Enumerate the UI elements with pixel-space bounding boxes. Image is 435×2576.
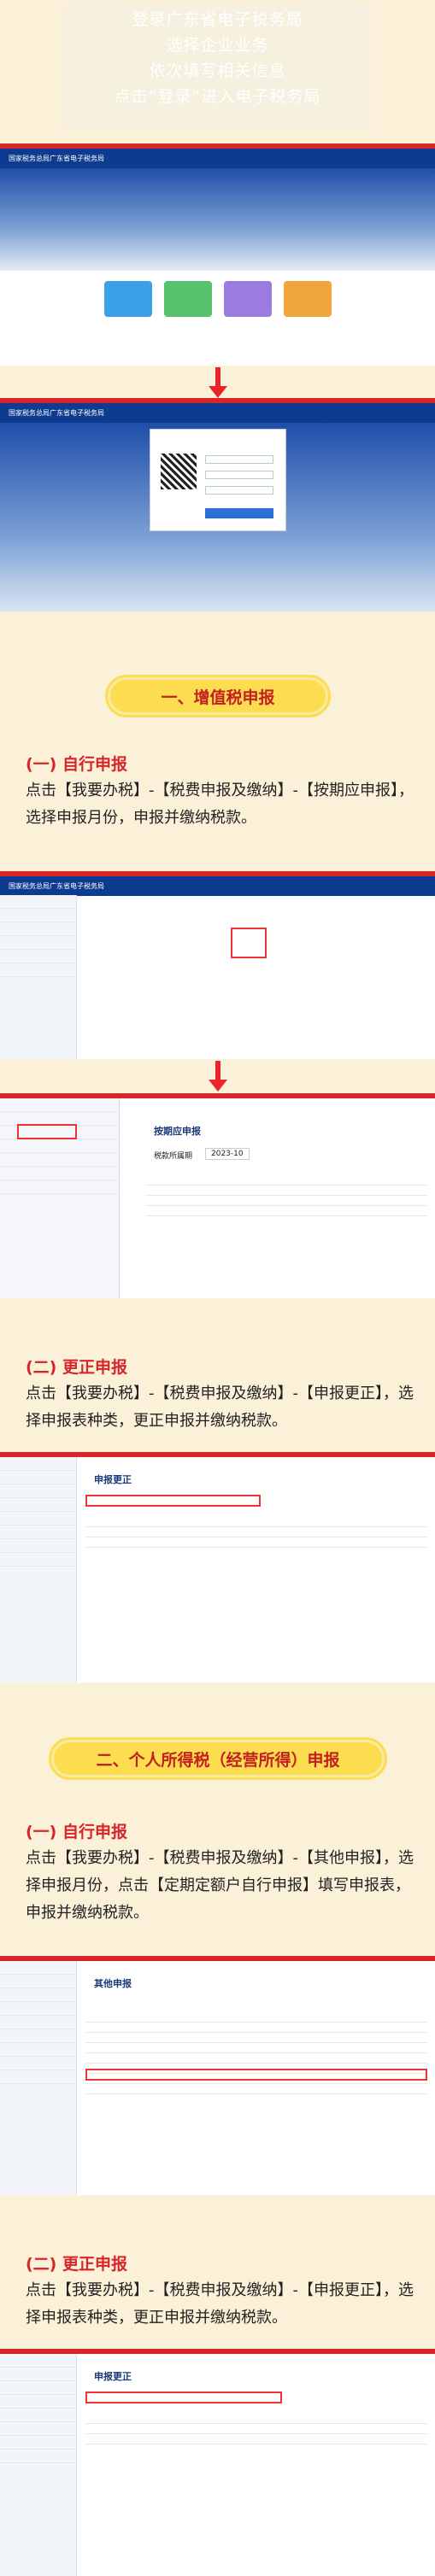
iit-section-header: 二、个人所得税（经营所得）申报 — [51, 1740, 385, 1777]
iit-correct-text: 点击【我要办税】-【税费申报及缴纳】-【申报更正】，选择申报表种类，更正申报并缴… — [26, 2281, 414, 2327]
vat-section-header: 一、增值税申报 — [108, 677, 328, 715]
etax-sidebar — [0, 895, 77, 1059]
iit-correct-title: (二) 更正申报 — [26, 2255, 127, 2274]
intro-line-2: 选择企业业务 — [166, 36, 269, 55]
portal-tiles — [0, 271, 435, 327]
vat-normal-title: (一) 自行申报 — [26, 755, 127, 774]
down-arrow-icon — [209, 367, 227, 398]
vat-normal-text: 点击【我要办税】-【税费申报及缴纳】-【按期应申报】，选择申报月份，申报并缴纳税… — [26, 782, 414, 827]
password-field[interactable] — [205, 471, 273, 479]
period-label: 税款所属期 — [154, 1152, 193, 1161]
iit-correction-table — [85, 2414, 427, 2465]
intro-block: 登录广东省电子税务局 选择企业业务 依次填写相关信息 点击“登录”进入电子税务局 — [0, 0, 435, 143]
iit-normal-title: (一) 自行申报 — [26, 1823, 127, 1841]
login-header: 国家税务总局广东省电子税务局 — [0, 403, 435, 423]
tile-agent[interactable] — [223, 281, 272, 317]
correction-sidebar — [0, 1457, 77, 1683]
portal-banner — [0, 168, 435, 271]
quarterly-title: 按期应申报 — [154, 1126, 201, 1137]
down-arrow-icon — [209, 1061, 227, 1092]
username-field[interactable] — [205, 455, 273, 464]
intro-line-1: 登录广东省电子税务局 — [132, 10, 303, 29]
tile-other[interactable] — [283, 281, 332, 317]
iit-correction-screenshot: 申报更正 — [0, 2349, 435, 2576]
period-input[interactable]: 2023-10 — [205, 1148, 250, 1160]
tax-declare-highlight[interactable] — [231, 928, 267, 958]
portal-header: 国家税务总局广东省电子税务局 — [0, 149, 435, 168]
login-button[interactable] — [205, 508, 273, 518]
quarterly-screenshot: 按期应申报 税款所属期 2023-10 — [0, 1093, 435, 1298]
qr-code-icon — [161, 454, 197, 489]
intro-line-3: 依次填写相关信息 — [149, 61, 286, 80]
iit-correction-title: 申报更正 — [94, 2371, 132, 2382]
vat-correct-text: 点击【我要办税】-【税费申报及缴纳】-【申报更正】，选择申报表种类，更正申报并缴… — [26, 1385, 414, 1430]
iit-correction-sidebar — [0, 2354, 77, 2576]
tile-enterprise[interactable] — [103, 281, 152, 317]
login-panel — [150, 429, 286, 531]
vat-correct-title: (二) 更正申报 — [26, 1358, 127, 1377]
other-declare-screenshot: 其他申报 — [0, 1956, 435, 2195]
form-type-highlight[interactable] — [85, 1495, 261, 1507]
other-title: 其他申报 — [94, 1978, 132, 1989]
iit-normal-text: 点击【我要办税】-【税费申报及缴纳】-【其他申报】，选择申报月份，点击【定期定额… — [26, 1849, 414, 1922]
other-table — [85, 2012, 427, 2149]
fixed-quota-row-highlight[interactable] — [85, 2069, 427, 2081]
tile-personal[interactable] — [163, 281, 212, 317]
quarterly-menu-highlight[interactable] — [17, 1124, 77, 1139]
login-screenshot: 国家税务总局广东省电子税务局 — [0, 398, 435, 612]
captcha-field[interactable] — [205, 486, 273, 495]
quarterly-table — [145, 1175, 427, 1261]
correction-title: 申报更正 — [94, 1474, 132, 1485]
portal-screenshot: 国家税务总局广东省电子税务局 — [0, 143, 435, 366]
vat-correction-screenshot: 申报更正 — [0, 1452, 435, 1683]
etax-header: 国家税务总局广东省电子税务局 — [0, 876, 435, 896]
etax-home-screenshot: 国家税务总局广东省电子税务局 — [0, 871, 435, 1059]
correction-table — [85, 1517, 427, 1568]
other-sidebar — [0, 1961, 77, 2195]
intro-line-4: 点击“登录”进入电子税务局 — [114, 87, 321, 106]
iit-form-type-highlight[interactable] — [85, 2392, 282, 2403]
